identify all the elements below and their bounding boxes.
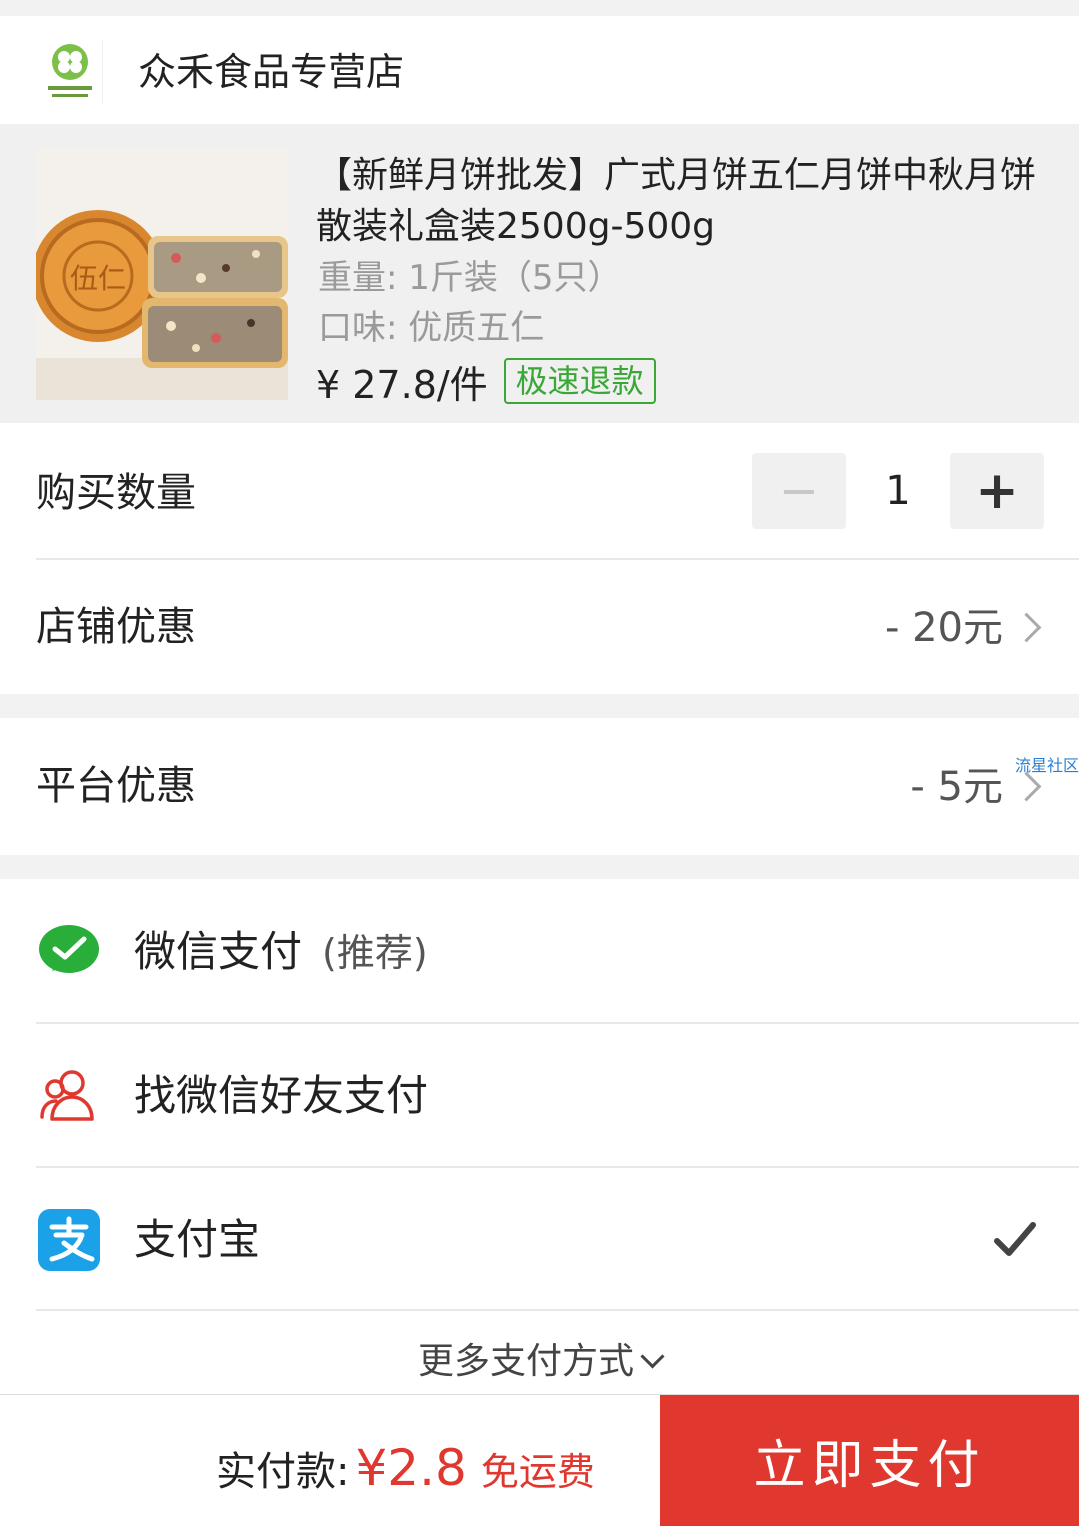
quantity-and-store-discount: 购买数量 − 1 + 店铺优惠 - 20元 bbox=[0, 423, 1079, 694]
divider bbox=[36, 558, 1079, 560]
clover-logo-icon bbox=[38, 40, 103, 104]
spec-weight: 重量: 1斤装（5只） bbox=[318, 258, 622, 298]
wechat-pay-option[interactable]: 微信支付 (推荐) bbox=[134, 925, 428, 980]
store-header[interactable]: 众禾食品专营店 bbox=[0, 16, 1079, 124]
quantity-label: 购买数量 bbox=[36, 470, 196, 516]
wechat-pay-icon bbox=[38, 921, 100, 983]
quantity-decrease-button[interactable]: − bbox=[752, 453, 846, 529]
more-payment-methods-button[interactable]: 更多支付方式 bbox=[0, 1339, 1079, 1385]
divider bbox=[36, 1166, 1079, 1168]
divider bbox=[36, 1309, 1079, 1311]
divider bbox=[36, 1022, 1079, 1024]
spec-flavor: 口味: 优质五仁 bbox=[318, 308, 545, 348]
friend-pay-option[interactable]: 找微信好友支付 bbox=[134, 1069, 428, 1123]
store-discount-value[interactable]: - 20元 bbox=[885, 603, 1003, 653]
pay-now-button[interactable]: 立即支付 bbox=[660, 1395, 1079, 1526]
friends-icon bbox=[38, 1065, 100, 1127]
product-title[interactable]: 【新鲜月饼批发】广式月饼五仁月饼中秋月饼散装礼盒装2500g-500g bbox=[316, 150, 1046, 252]
platform-discount-label: 平台优惠 bbox=[36, 763, 196, 809]
store-discount-label[interactable]: 店铺优惠 bbox=[36, 601, 196, 653]
watermark-text: 流星社区 bbox=[1014, 756, 1079, 775]
quantity-value[interactable]: 1 bbox=[846, 453, 950, 529]
chevron-down-icon bbox=[640, 1344, 665, 1369]
free-shipping-note: 免运费 bbox=[480, 1450, 595, 1494]
recommended-note: (推荐) bbox=[322, 931, 428, 975]
chevron-right-icon[interactable] bbox=[1011, 771, 1042, 802]
chevron-right-icon[interactable] bbox=[1011, 612, 1042, 643]
checkmark-icon bbox=[993, 1217, 1037, 1261]
total-amount: ¥2.8 bbox=[355, 1439, 467, 1497]
quantity-increase-button[interactable]: + bbox=[950, 453, 1044, 529]
platform-discount-value: - 5元 bbox=[910, 764, 1003, 810]
payment-methods: 微信支付 (推荐) 找微信好友支付 支付宝 更多支付方式 bbox=[0, 879, 1079, 1394]
unit-price: ¥ 27.8/件 bbox=[316, 362, 488, 407]
wechat-pay-label: 微信支付 bbox=[134, 927, 303, 976]
more-payment-label: 更多支付方式 bbox=[417, 1341, 634, 1382]
fast-refund-badge: 极速退款 bbox=[503, 358, 656, 404]
alipay-option[interactable]: 支付宝 bbox=[134, 1213, 260, 1267]
mooncake-stamp-text: 伍仁 bbox=[70, 262, 126, 295]
total-label: 实付款: bbox=[216, 1449, 350, 1495]
platform-discount-row[interactable]: 平台优惠 - 5元 流星社区 bbox=[0, 718, 1079, 855]
product-image: 伍仁 bbox=[36, 148, 288, 400]
checkout-footer: 实付款: ¥2.8 免运费 立即支付 bbox=[0, 1394, 1079, 1526]
price-row: ¥ 27.8/件 极速退款 bbox=[316, 356, 656, 407]
total-area: 实付款: ¥2.8 免运费 bbox=[216, 1439, 595, 1497]
alipay-icon bbox=[38, 1209, 100, 1271]
store-name[interactable]: 众禾食品专营店 bbox=[138, 48, 404, 96]
product-card[interactable]: 伍仁 【新鲜月饼批发】广式月饼五仁月饼中秋月饼散装礼盒装2500g-500g 重… bbox=[0, 124, 1079, 423]
